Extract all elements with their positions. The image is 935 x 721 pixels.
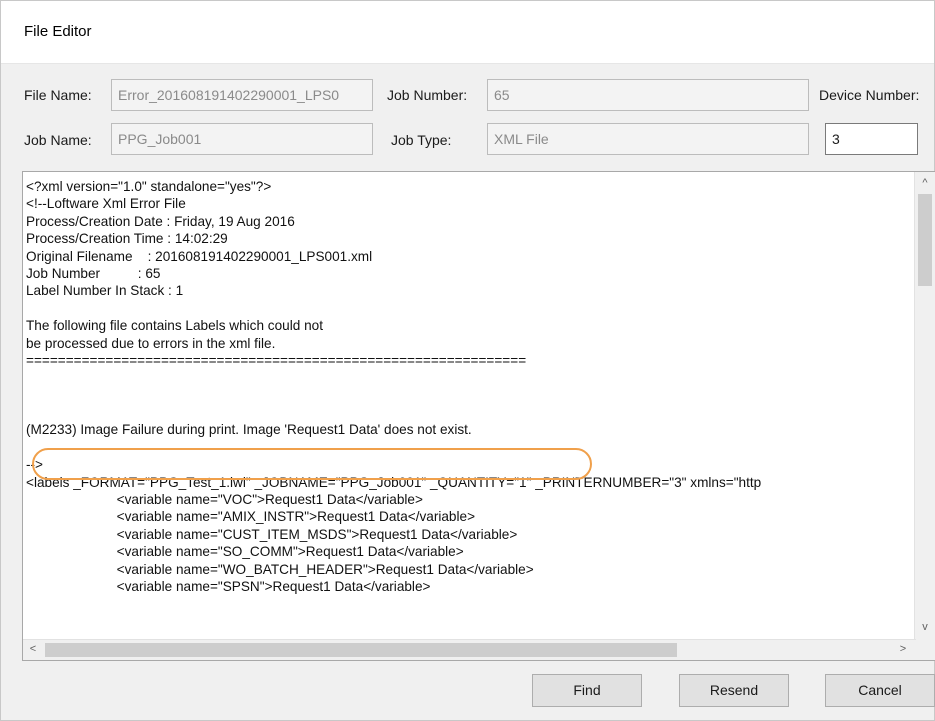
file-name-label: File Name: bbox=[24, 87, 92, 103]
text-line: <variable name="VOC">Request1 Data</vari… bbox=[26, 492, 423, 508]
text-line: <variable name="CUST_ITEM_MSDS">Request1… bbox=[26, 526, 518, 542]
text-line: <?xml version="1.0" standalone="yes"?> bbox=[26, 179, 272, 194]
horizontal-scrollbar[interactable]: < > bbox=[23, 639, 916, 660]
text-line: <!--Loftware Xml Error File bbox=[26, 196, 186, 212]
scroll-down-icon[interactable]: v bbox=[915, 622, 935, 633]
file-name-field[interactable]: Error_201608191402290001_LPS0 bbox=[111, 79, 373, 111]
text-line bbox=[26, 369, 914, 386]
text-line: Label Number In Stack : 1 bbox=[26, 283, 184, 299]
text-line bbox=[26, 404, 914, 421]
text-line: Job Number : 65 bbox=[26, 265, 161, 281]
scrollbar-corner bbox=[915, 640, 935, 660]
resend-button[interactable]: Resend bbox=[679, 674, 789, 707]
text-line: Original Filename : 201608191402290001_L… bbox=[26, 248, 373, 264]
text-line: --> bbox=[26, 457, 43, 473]
text-line: (M2233) Image Failure during print. Imag… bbox=[26, 422, 472, 438]
job-number-field[interactable]: 65 bbox=[487, 79, 809, 111]
cancel-button[interactable]: Cancel bbox=[825, 674, 935, 707]
scroll-left-icon[interactable]: < bbox=[23, 644, 43, 655]
text-line: <variable name="SPSN">Request1 Data</var… bbox=[26, 578, 431, 594]
text-line: The following file contains Labels which… bbox=[26, 318, 323, 334]
file-content-textarea[interactable]: <?xml version="1.0" standalone="yes"?> <!… bbox=[22, 171, 935, 661]
window-title: File Editor bbox=[24, 23, 92, 40]
file-content-text: <?xml version="1.0" standalone="yes"?> <!… bbox=[26, 178, 914, 638]
job-number-label: Job Number: bbox=[387, 87, 468, 103]
title-bar: File Editor bbox=[1, 1, 934, 64]
text-line: Process/Creation Date : Friday, 19 Aug 2… bbox=[26, 213, 295, 229]
text-line: <variable name="WO_BATCH_HEADER">Request… bbox=[26, 561, 534, 577]
text-line: be processed due to errors in the xml fi… bbox=[26, 335, 276, 351]
text-line: <variable name="AMIX_INSTR">Request1 Dat… bbox=[26, 509, 476, 525]
job-type-label: Job Type: bbox=[391, 132, 452, 148]
file-editor-window: File Editor File Name: Error_20160819140… bbox=[0, 0, 935, 721]
horizontal-scroll-thumb[interactable] bbox=[45, 643, 677, 657]
text-line bbox=[26, 300, 914, 317]
vertical-scroll-thumb[interactable] bbox=[918, 194, 932, 286]
scroll-right-icon[interactable]: > bbox=[893, 644, 913, 655]
vertical-scrollbar[interactable]: ^ v bbox=[914, 172, 935, 642]
job-name-field[interactable]: PPG_Job001 bbox=[111, 123, 373, 155]
text-line bbox=[26, 439, 914, 456]
text-line: <variable name="SO_COMM">Request1 Data</… bbox=[26, 544, 464, 560]
device-number-label: Device Number: bbox=[819, 87, 920, 103]
text-line: <labels _FORMAT="PPG_Test_1.lwl" _JOBNAM… bbox=[26, 474, 762, 490]
device-number-input[interactable]: 3 bbox=[825, 123, 918, 155]
text-line: Process/Creation Time : 14:02:29 bbox=[26, 231, 228, 247]
find-button[interactable]: Find bbox=[532, 674, 642, 707]
scroll-up-icon[interactable]: ^ bbox=[915, 178, 935, 189]
job-name-label: Job Name: bbox=[24, 132, 92, 148]
job-type-field[interactable]: XML File bbox=[487, 123, 809, 155]
text-line bbox=[26, 387, 914, 404]
text-line: ========================================… bbox=[26, 352, 527, 368]
